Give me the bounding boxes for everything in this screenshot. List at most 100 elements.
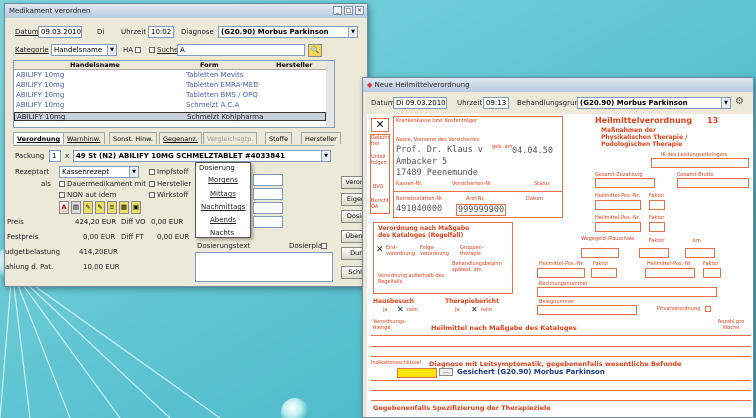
suche-checkbox[interactable]: Suche bbox=[149, 46, 178, 54]
chevron-down-icon[interactable]: ▼ bbox=[321, 151, 330, 161]
privat-checkbox[interactable] bbox=[705, 306, 711, 312]
tab-hersteller[interactable]: Hersteller bbox=[301, 132, 341, 144]
hb-nein-check-icon[interactable]: ✕ bbox=[397, 305, 404, 314]
dos-mittags[interactable]: Mittags bbox=[210, 190, 236, 198]
non-aut-checkbox[interactable]: NON aut idem bbox=[59, 191, 116, 199]
faktor-field-2[interactable] bbox=[649, 222, 665, 232]
chevron-down-icon[interactable]: ▼ bbox=[348, 27, 357, 37]
tb-ja[interactable]: ja bbox=[455, 307, 459, 313]
table-row-selected[interactable]: ABILIFY 10mg Schmelzt Kohlpharma bbox=[14, 112, 326, 121]
heilmittel-label: Heilmittel nach Maßgabe des Kataloges bbox=[431, 324, 577, 332]
wegegeld-field[interactable] bbox=[581, 248, 619, 258]
close-icon[interactable]: × bbox=[355, 6, 364, 15]
close-x-icon[interactable]: ✕ bbox=[371, 118, 389, 132]
maximize-icon[interactable]: □ bbox=[344, 6, 353, 15]
hb-nein[interactable]: nein bbox=[407, 307, 418, 313]
uhrzeit-label: Uhrzeit bbox=[121, 28, 147, 36]
tab-gegenanz[interactable]: Gegenanz. bbox=[159, 132, 202, 144]
dos-abends[interactable]: Abends bbox=[210, 216, 236, 224]
heilpos-field-4[interactable] bbox=[645, 268, 695, 278]
note-icon[interactable]: ✎ bbox=[95, 201, 105, 214]
kategorie-value: Handelsname bbox=[54, 46, 103, 54]
patient-name: Prof. Dr. Klaus v bbox=[396, 145, 483, 155]
grund-select[interactable]: (G20.90) Morbus Parkinson ▼ bbox=[577, 97, 731, 109]
km-field[interactable] bbox=[685, 248, 715, 258]
privat-label: Privatverordnung bbox=[657, 306, 701, 312]
heilpos-field-1[interactable] bbox=[595, 200, 641, 210]
col-hersteller: Hersteller bbox=[276, 61, 313, 69]
kategorie-select[interactable]: Handelsname ▼ bbox=[51, 44, 117, 56]
datum-input[interactable]: 09.03.2010 bbox=[38, 26, 82, 38]
faktor-field-5[interactable] bbox=[703, 268, 721, 278]
gesamt-zuz-field[interactable] bbox=[595, 178, 655, 188]
font-red-icon[interactable]: A bbox=[59, 201, 69, 214]
rechnungsnr-field[interactable] bbox=[537, 287, 717, 297]
indik-label: Indikationsschlüssel bbox=[371, 360, 422, 366]
packung-value: 49 St (N2) ABILIFY 10MG SCHMELZTABLET #4… bbox=[76, 152, 285, 160]
hersteller-label: Hersteller bbox=[157, 180, 192, 188]
tab-warnhinw[interactable]: Warnhinw. bbox=[63, 132, 105, 144]
dos-nachts[interactable]: Nachts bbox=[210, 229, 234, 237]
uhrzeit-input[interactable]: 09:13 bbox=[483, 97, 509, 109]
tab-stoffe[interactable]: Stoffe bbox=[265, 132, 293, 144]
kategorie-label: Kategorie bbox=[15, 46, 49, 54]
belegnummer-field[interactable] bbox=[537, 305, 637, 315]
wirkstoff-checkbox[interactable]: Wirkstoff bbox=[149, 191, 188, 199]
dosierplan-checkbox[interactable] bbox=[321, 243, 327, 249]
erst-label: Erst-verordnung bbox=[386, 245, 415, 257]
chevron-down-icon[interactable]: ▼ bbox=[721, 98, 730, 108]
chevron-down-icon[interactable]: ▼ bbox=[129, 167, 138, 177]
tb-nein[interactable]: nein bbox=[481, 307, 492, 313]
patient-geb: 04.04.50 bbox=[512, 146, 553, 156]
dos-field-2[interactable] bbox=[253, 188, 283, 200]
rezeptart-select[interactable]: Kassenrezept ▼ bbox=[59, 166, 139, 178]
ik-field[interactable] bbox=[651, 158, 749, 168]
row-form: Tabletten Mevits bbox=[186, 71, 244, 79]
ha-checkbox[interactable]: HA bbox=[123, 46, 143, 54]
table-scrollbar[interactable] bbox=[326, 61, 334, 127]
edit-icon[interactable]: ✎ bbox=[83, 201, 93, 214]
list-icon[interactable]: ≡ bbox=[107, 201, 117, 214]
copy-icon[interactable]: ▤ bbox=[71, 201, 81, 214]
dos-morgens[interactable]: Morgens bbox=[208, 176, 238, 184]
packung-select[interactable]: 49 St (N2) ABILIFY 10MG SCHMELZTABLET #4… bbox=[73, 150, 331, 162]
search-input[interactable]: A bbox=[177, 44, 305, 56]
dos-nachmittags[interactable]: Nachmittags bbox=[201, 203, 245, 211]
heilpos-label-4: Heilmittel-Pos.-Nr. bbox=[647, 261, 692, 267]
grid-icon[interactable]: ▦ bbox=[119, 201, 129, 214]
diagnose-select[interactable]: (G20.90) Morbus Parkinson ▼ bbox=[218, 26, 358, 38]
chevron-down-icon[interactable]: ▼ bbox=[107, 45, 116, 55]
tb-nein-check-icon[interactable]: ✕ bbox=[471, 305, 478, 314]
hb-ja[interactable]: ja bbox=[383, 307, 387, 313]
dos-field-1[interactable] bbox=[253, 174, 283, 186]
uhrzeit-input[interactable]: 10:02 bbox=[148, 26, 174, 38]
heilpos-field-2[interactable] bbox=[595, 222, 641, 232]
dauer-checkbox[interactable]: Dauermedikament mit bbox=[59, 180, 146, 188]
tab-sonst-hinw[interactable]: Sonst. Hinw. bbox=[109, 132, 157, 144]
tab-vergleichsgrp[interactable]: Vergleichsgrp. bbox=[203, 132, 258, 144]
indik-field[interactable] bbox=[397, 368, 437, 378]
print-icon[interactable]: ▣ bbox=[131, 201, 141, 214]
diffft-label: Diff FT bbox=[121, 233, 144, 241]
datum-input[interactable]: Di 09.03.2010 bbox=[393, 97, 447, 109]
diffvo-value: 0,00 EUR bbox=[151, 218, 184, 226]
search-icon[interactable]: 🔍 bbox=[308, 44, 322, 57]
impfstoff-checkbox[interactable]: Impfstoff bbox=[149, 168, 188, 176]
packung-qty[interactable]: 1 bbox=[49, 150, 61, 162]
tab-verordnung[interactable]: Verordnung bbox=[13, 132, 65, 144]
heilpos-field-3[interactable] bbox=[537, 268, 585, 278]
gesamt-brutto-field[interactable] bbox=[677, 178, 749, 188]
faktor-field-4[interactable] bbox=[591, 268, 617, 278]
minimize-icon[interactable]: _ bbox=[333, 6, 342, 15]
settings-icon[interactable]: ⚙ bbox=[735, 96, 744, 107]
dosiertext-input[interactable] bbox=[195, 252, 333, 282]
erst-check-icon[interactable]: ✕ bbox=[376, 245, 384, 255]
lookup-icon[interactable]: … bbox=[439, 368, 453, 376]
budget-label: udgetbelastung bbox=[5, 248, 61, 256]
dos-field-4[interactable] bbox=[253, 216, 283, 228]
faktor-field-3[interactable] bbox=[639, 248, 669, 258]
hersteller-checkbox[interactable]: Hersteller bbox=[149, 180, 191, 188]
faktor-field-1[interactable] bbox=[649, 200, 665, 210]
preis-value: 424,20 EUR bbox=[75, 218, 117, 226]
dos-field-3[interactable] bbox=[253, 202, 283, 214]
